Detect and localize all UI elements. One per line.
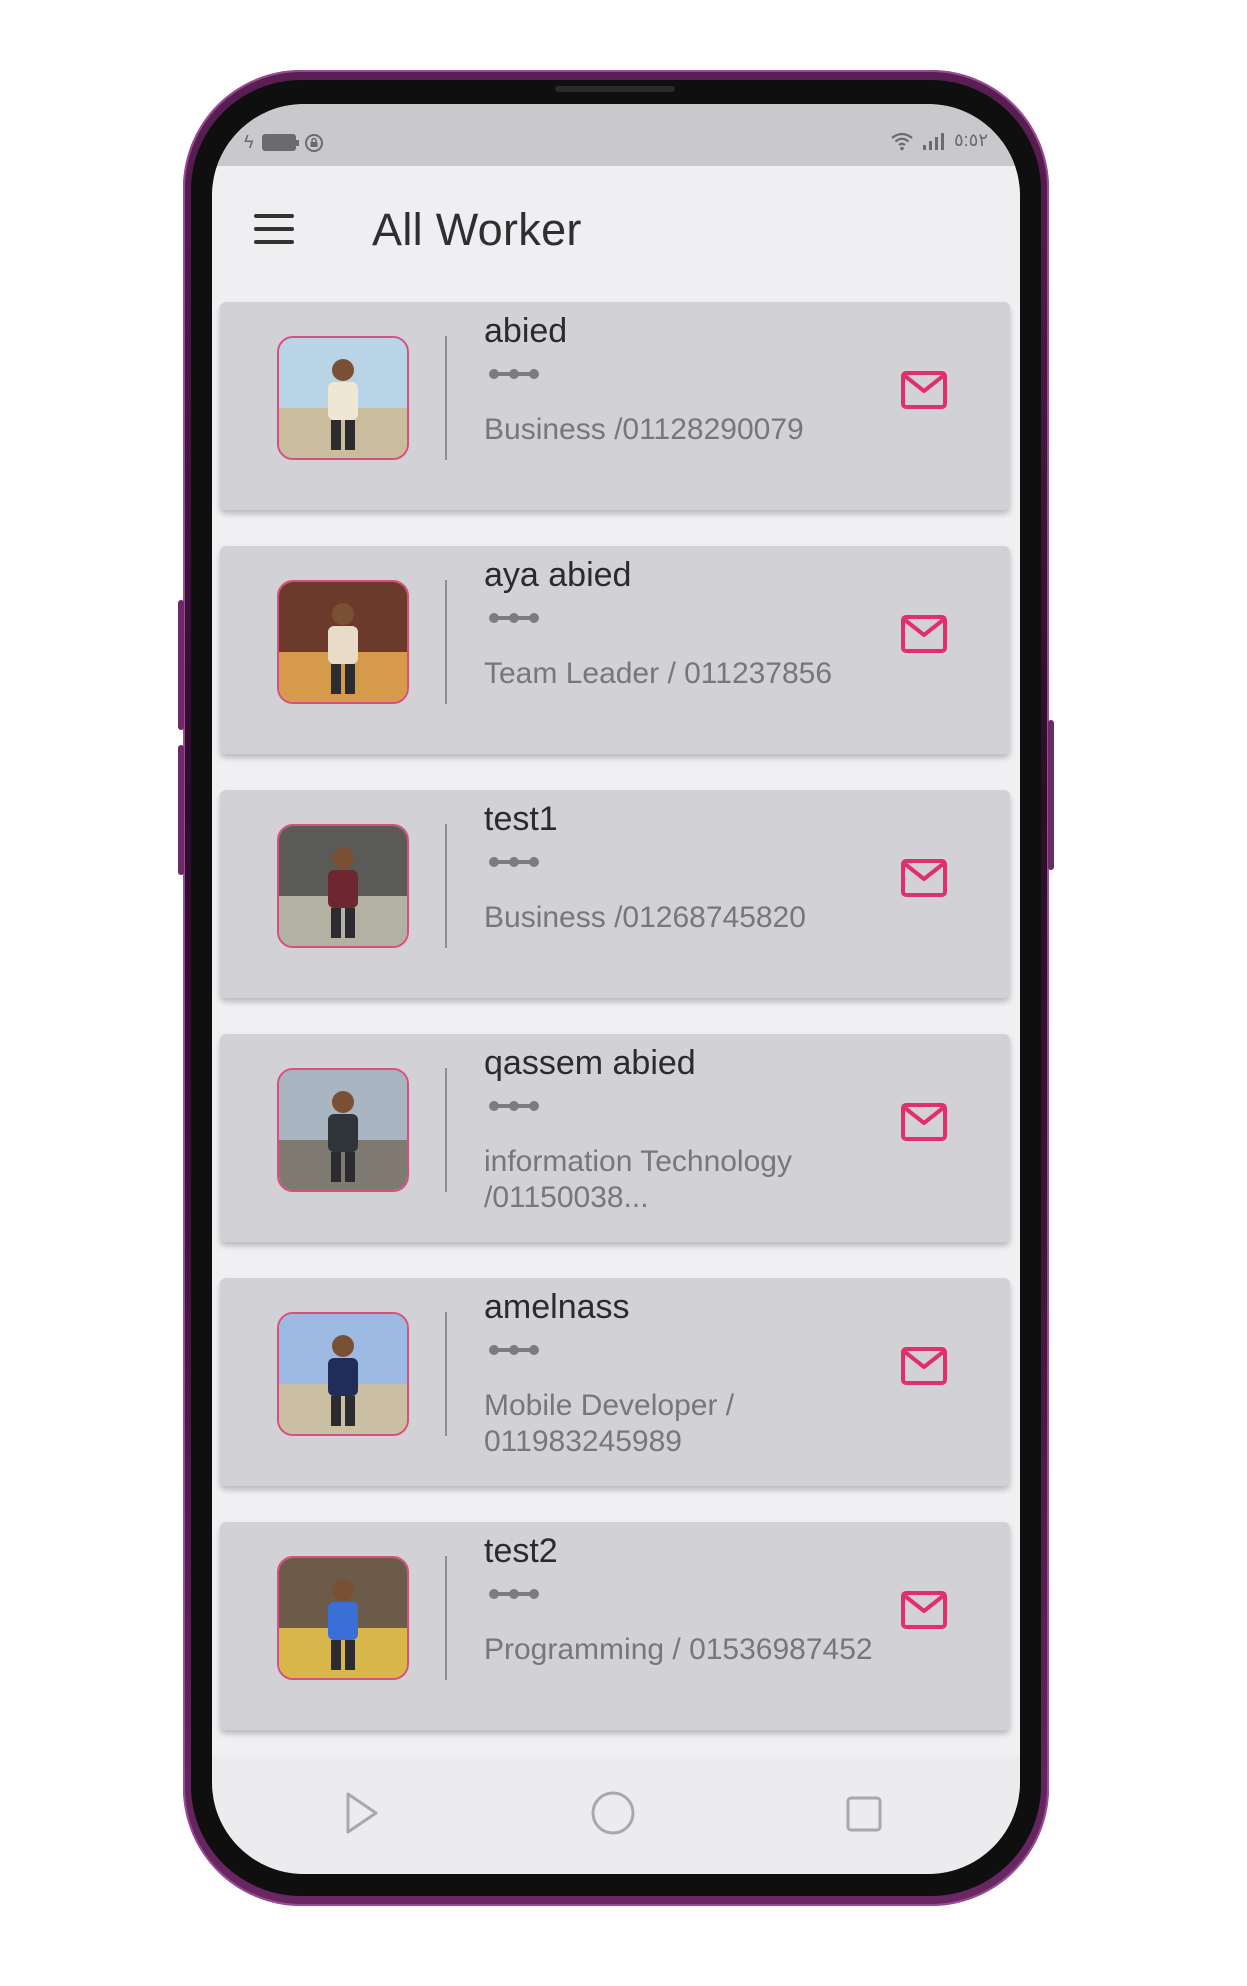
worker-card[interactable]: amelnass Mobile Developer / 011983245989 bbox=[220, 1278, 1010, 1486]
wifi-icon bbox=[891, 132, 913, 150]
home-icon[interactable] bbox=[590, 1790, 636, 1836]
more-horizontal-icon bbox=[489, 613, 539, 623]
worker-role-phone: information Technology /01150038... bbox=[484, 1145, 792, 1214]
app-bar: All Worker bbox=[212, 166, 1020, 302]
avatar-photo bbox=[279, 582, 407, 702]
worker-card[interactable]: qassem abied information Technology /011… bbox=[220, 1034, 1010, 1242]
avatar-photo bbox=[279, 338, 407, 458]
vertical-divider bbox=[445, 580, 447, 704]
lock-rotation-icon bbox=[304, 133, 323, 152]
avatar-photo bbox=[279, 1314, 407, 1434]
worker-name: amelnass bbox=[484, 1288, 630, 1326]
mail-icon[interactable] bbox=[900, 370, 948, 410]
worker-name: abied bbox=[484, 312, 568, 350]
worker-role-phone: Business /01268745820 bbox=[484, 901, 806, 934]
vertical-divider bbox=[445, 1068, 447, 1192]
worker-card[interactable]: abied Business /01128290079 bbox=[220, 302, 1010, 510]
vertical-divider bbox=[445, 1312, 447, 1436]
mail-icon[interactable] bbox=[900, 1346, 948, 1386]
worker-card[interactable]: test2 Programming / 01536987452 bbox=[220, 1522, 1010, 1730]
power-button bbox=[1048, 720, 1054, 870]
avatar bbox=[277, 1312, 409, 1436]
worker-role-phone: Programming / 01536987452 bbox=[484, 1633, 873, 1666]
signal-icon bbox=[922, 132, 944, 150]
battery-icon bbox=[261, 134, 299, 151]
worker-name: qassem abied bbox=[484, 1044, 696, 1082]
volume-up-button bbox=[178, 600, 184, 730]
mail-icon[interactable] bbox=[900, 1590, 948, 1630]
mail-icon[interactable] bbox=[900, 858, 948, 898]
back-icon[interactable] bbox=[342, 1790, 382, 1836]
charging-icon: ϟ bbox=[244, 132, 254, 152]
worker-role-phone: Business /01128290079 bbox=[484, 413, 804, 446]
avatar bbox=[277, 336, 409, 460]
worker-card[interactable]: test1 Business /01268745820 bbox=[220, 790, 1010, 998]
vertical-divider bbox=[445, 336, 447, 460]
recents-icon[interactable] bbox=[844, 1794, 884, 1834]
mail-icon[interactable] bbox=[900, 1102, 948, 1142]
screen: ϟ ٥:٥٢ All Worker abied Business /011282… bbox=[212, 104, 1020, 1874]
volume-down-button bbox=[178, 745, 184, 875]
mail-icon[interactable] bbox=[900, 614, 948, 654]
avatar-photo bbox=[279, 1558, 407, 1678]
worker-name: test2 bbox=[484, 1532, 558, 1570]
earpiece-speaker bbox=[555, 86, 675, 92]
avatar-photo bbox=[279, 826, 407, 946]
avatar-photo bbox=[279, 1070, 407, 1190]
vertical-divider bbox=[445, 824, 447, 948]
avatar bbox=[277, 580, 409, 704]
more-horizontal-icon bbox=[489, 1345, 539, 1355]
more-horizontal-icon bbox=[489, 1589, 539, 1599]
avatar bbox=[277, 824, 409, 948]
worker-name: aya abied bbox=[484, 556, 632, 594]
worker-role-phone: Team Leader / 011237856 bbox=[484, 657, 833, 690]
more-horizontal-icon bbox=[489, 369, 539, 379]
avatar bbox=[277, 1068, 409, 1192]
worker-role-phone: Mobile Developer / 011983245989 bbox=[484, 1389, 735, 1458]
page-title: All Worker bbox=[372, 204, 582, 255]
status-bar: ϟ ٥:٥٢ bbox=[212, 104, 1020, 166]
more-horizontal-icon bbox=[489, 1101, 539, 1111]
vertical-divider bbox=[445, 1556, 447, 1680]
hamburger-icon[interactable] bbox=[254, 214, 298, 248]
navigation-bar bbox=[212, 1756, 1020, 1874]
status-time: ٥:٥٢ bbox=[953, 130, 988, 150]
avatar bbox=[277, 1556, 409, 1680]
more-horizontal-icon bbox=[489, 857, 539, 867]
worker-name: test1 bbox=[484, 800, 558, 838]
worker-card[interactable]: aya abied Team Leader / 011237856 bbox=[220, 546, 1010, 754]
